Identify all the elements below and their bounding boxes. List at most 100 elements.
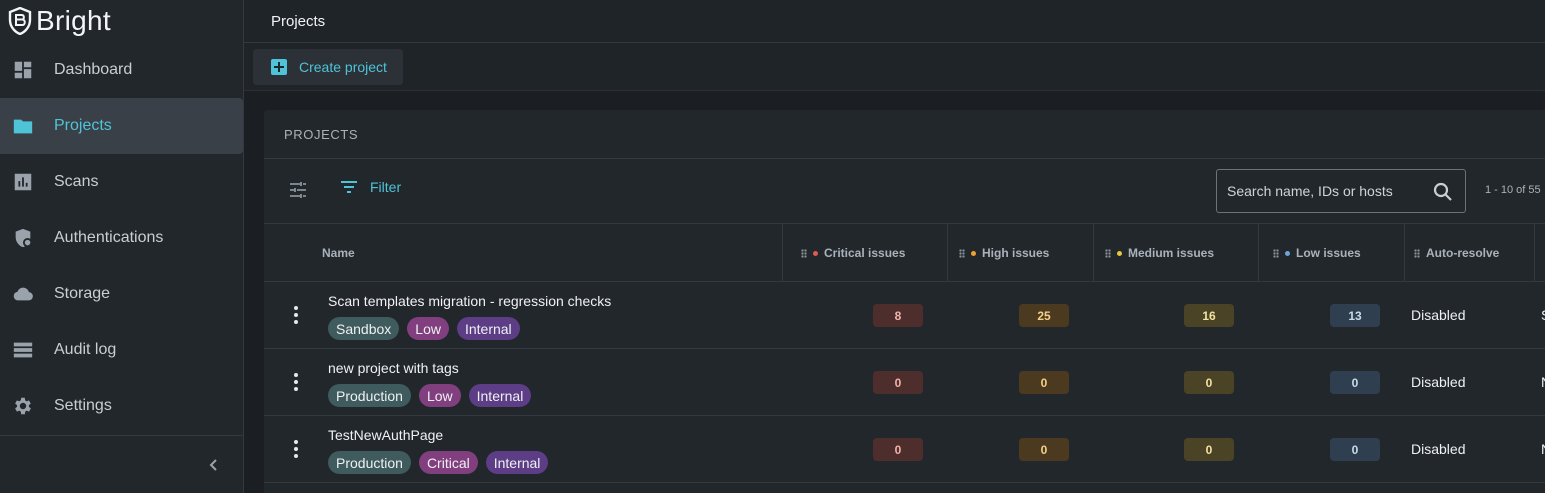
medium-count-badge[interactable]: 16 xyxy=(1184,304,1234,327)
table-toolbar: Filter 1 - 10 of 55 xyxy=(264,159,1545,224)
sidebar-item-dashboard[interactable]: Dashboard xyxy=(0,42,243,98)
chevron-left-icon[interactable] xyxy=(207,458,221,472)
medium-count-badge[interactable]: 0 xyxy=(1184,371,1234,394)
high-count-badge[interactable]: 25 xyxy=(1019,304,1069,327)
projects-card: PROJECTS Filter 1 - 10 of 55 Name Critic… xyxy=(264,110,1545,493)
bar-chart-icon xyxy=(14,173,32,191)
column-header-medium[interactable]: Medium issues xyxy=(1105,224,1214,282)
column-header-label: Critical issues xyxy=(824,246,906,260)
sidebar-nav: Dashboard Projects Scans Authentications… xyxy=(0,42,243,434)
table-row[interactable]: new project with tags Production Low Int… xyxy=(264,349,1545,416)
sidebar-item-label: Projects xyxy=(54,117,112,134)
row-menu-icon[interactable] xyxy=(294,306,298,324)
critical-dot-icon xyxy=(813,250,818,256)
next-column-value: S xyxy=(1541,307,1545,323)
column-header-label: Name xyxy=(322,246,355,260)
sidebar-item-authentications[interactable]: Authentications xyxy=(0,210,243,266)
column-header-autoresolve[interactable]: Auto-resolve xyxy=(1414,224,1499,282)
folder-icon xyxy=(13,119,33,134)
high-count-badge[interactable]: 0 xyxy=(1019,371,1069,394)
drag-handle-icon[interactable] xyxy=(1105,248,1111,258)
project-name[interactable]: new project with tags xyxy=(328,360,459,376)
create-project-button[interactable]: Create project xyxy=(253,49,403,85)
column-divider[interactable] xyxy=(1093,224,1094,282)
column-header-high[interactable]: High issues xyxy=(959,224,1049,282)
project-name[interactable]: TestNewAuthPage xyxy=(328,427,443,443)
sidebar-item-label: Dashboard xyxy=(54,61,133,78)
tag-environment: Production xyxy=(328,451,411,474)
drag-handle-icon[interactable] xyxy=(1414,248,1420,258)
sidebar-item-label: Storage xyxy=(54,285,111,302)
column-header-label: Medium issues xyxy=(1128,246,1215,260)
low-count-badge[interactable]: 0 xyxy=(1330,438,1380,461)
column-header-name[interactable]: Name xyxy=(322,224,355,282)
shield-lock-icon xyxy=(15,228,33,248)
low-count-badge[interactable]: 13 xyxy=(1330,304,1380,327)
column-header-label: High issues xyxy=(982,246,1050,260)
filter-label: Filter xyxy=(370,179,402,195)
column-divider[interactable] xyxy=(1258,224,1259,282)
row-menu-icon[interactable] xyxy=(294,373,298,391)
high-dot-icon xyxy=(971,250,976,256)
column-header-label: Auto-resolve xyxy=(1426,246,1500,260)
sidebar-item-settings[interactable]: Settings xyxy=(0,378,243,434)
brand-logo[interactable]: Bright xyxy=(0,0,243,42)
column-header-critical[interactable]: Critical issues xyxy=(801,224,905,282)
column-divider[interactable] xyxy=(1534,224,1535,282)
table-row[interactable]: Scan templates migration - regression ch… xyxy=(264,282,1545,349)
column-header-low[interactable]: Low issues xyxy=(1273,224,1361,282)
table-row[interactable]: TestNewAuthPage Production Critical Inte… xyxy=(264,416,1545,483)
card-title: PROJECTS xyxy=(264,110,1545,159)
sidebar-item-label: Audit log xyxy=(54,341,117,358)
gear-icon xyxy=(15,397,31,415)
column-divider[interactable] xyxy=(782,224,783,282)
autoresolve-status: Disabled xyxy=(1411,374,1466,390)
search-icon[interactable] xyxy=(1433,182,1453,202)
drag-handle-icon[interactable] xyxy=(959,248,965,258)
low-dot-icon xyxy=(1285,250,1290,256)
critical-count-badge[interactable]: 8 xyxy=(873,304,923,327)
project-tags: Production Low Internal xyxy=(328,384,532,407)
next-column-value: N xyxy=(1541,441,1545,457)
sidebar-item-scans[interactable]: Scans xyxy=(0,154,243,210)
page-title: Projects xyxy=(271,12,326,30)
pagination-info: 1 - 10 of 55 xyxy=(1485,184,1541,196)
medium-count-badge[interactable]: 0 xyxy=(1184,438,1234,461)
drag-handle-icon[interactable] xyxy=(1273,248,1279,258)
column-divider[interactable] xyxy=(1404,224,1405,282)
brand-name: Bright xyxy=(36,5,111,36)
high-count-badge[interactable]: 0 xyxy=(1019,438,1069,461)
critical-count-badge[interactable]: 0 xyxy=(873,438,923,461)
row-menu-icon[interactable] xyxy=(294,440,298,458)
project-tags: Sandbox Low Internal xyxy=(328,317,520,340)
sidebar-item-storage[interactable]: Storage xyxy=(0,266,243,322)
sidebar-item-audit-log[interactable]: Audit log xyxy=(0,322,243,378)
critical-count-badge[interactable]: 0 xyxy=(873,371,923,394)
column-settings-icon[interactable] xyxy=(288,180,308,200)
autoresolve-status: Disabled xyxy=(1411,307,1466,323)
tag-priority: Critical xyxy=(418,451,478,474)
project-tags: Production Critical Internal xyxy=(328,451,549,474)
low-count-badge[interactable]: 0 xyxy=(1330,371,1380,394)
filter-button[interactable]: Filter xyxy=(340,179,401,195)
tag-environment: Production xyxy=(328,384,411,407)
column-divider[interactable] xyxy=(947,224,948,282)
list-icon xyxy=(13,342,33,358)
drag-handle-icon[interactable] xyxy=(801,248,807,258)
sidebar-item-label: Settings xyxy=(54,397,112,414)
dashboard-icon xyxy=(14,61,32,79)
plus-icon xyxy=(271,59,287,75)
sidebar-item-projects[interactable]: Projects xyxy=(0,98,243,154)
shield-logo-icon xyxy=(8,7,32,35)
autoresolve-status: Disabled xyxy=(1411,441,1466,457)
tag-priority: Low xyxy=(418,384,461,407)
cloud-icon xyxy=(13,287,33,301)
tag-environment: Sandbox xyxy=(328,317,400,340)
search-input[interactable] xyxy=(1227,183,1427,199)
search-field[interactable] xyxy=(1216,169,1466,213)
create-project-label: Create project xyxy=(299,59,387,75)
project-name[interactable]: Scan templates migration - regression ch… xyxy=(328,293,611,309)
action-bar: Create project xyxy=(244,43,1545,91)
tag-priority: Low xyxy=(407,317,449,340)
filter-icon xyxy=(341,181,357,193)
